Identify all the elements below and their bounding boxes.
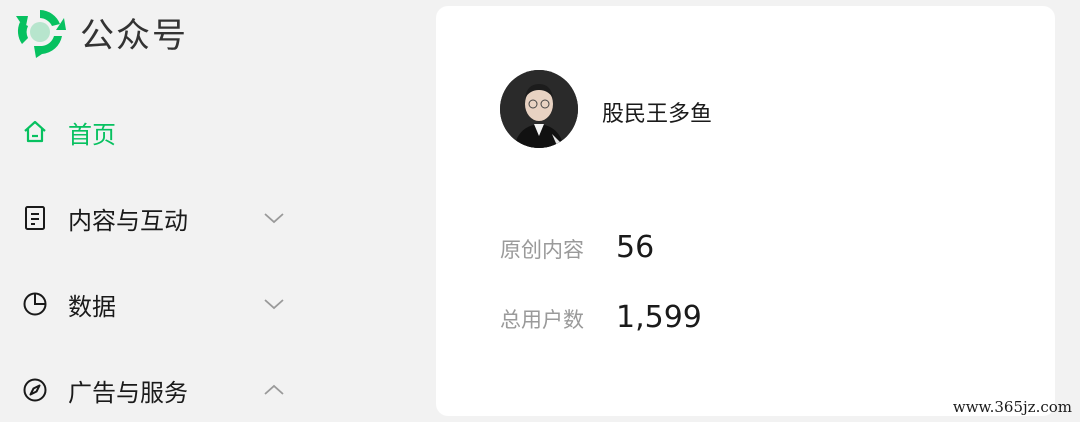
brand-logo[interactable]: 公众号 [12,4,188,60]
compass-icon [20,375,50,405]
stat-label: 原创内容 [500,238,584,262]
sidebar-item-content-interaction[interactable]: 内容与互动 [20,190,290,246]
chevron-down-icon [264,213,284,224]
chevron-down-icon [264,299,284,310]
account-name: 股民王多鱼 [602,102,713,127]
watermark-text: www.365jz.com [952,398,1072,416]
sidebar-item-data[interactable]: 数据 [20,276,290,332]
sidebar-item-label: 广告与服务 [68,378,188,407]
wechat-official-account-logo-icon [16,10,66,58]
stat-label: 总用户数 [500,308,584,332]
document-icon [20,203,50,233]
account-overview-card: 股民王多鱼 原创内容 56 总用户数 1,599 [436,6,1055,416]
stat-total-users: 总用户数 1,599 [500,300,702,335]
stat-original-content: 原创内容 56 [500,230,654,265]
sidebar-item-home[interactable]: 首页 [20,104,290,160]
home-icon [20,117,50,147]
sidebar-item-label: 内容与互动 [68,206,188,235]
pie-chart-icon [20,289,50,319]
avatar[interactable] [500,70,578,148]
stat-value: 56 [616,230,655,265]
chevron-up-icon [264,384,284,395]
brand-title: 公众号 [80,15,188,56]
sidebar-item-label: 数据 [68,292,116,321]
sidebar-item-label: 首页 [68,120,116,149]
stat-value: 1,599 [616,300,702,335]
sidebar-item-ads-services[interactable]: 广告与服务 [20,362,290,418]
